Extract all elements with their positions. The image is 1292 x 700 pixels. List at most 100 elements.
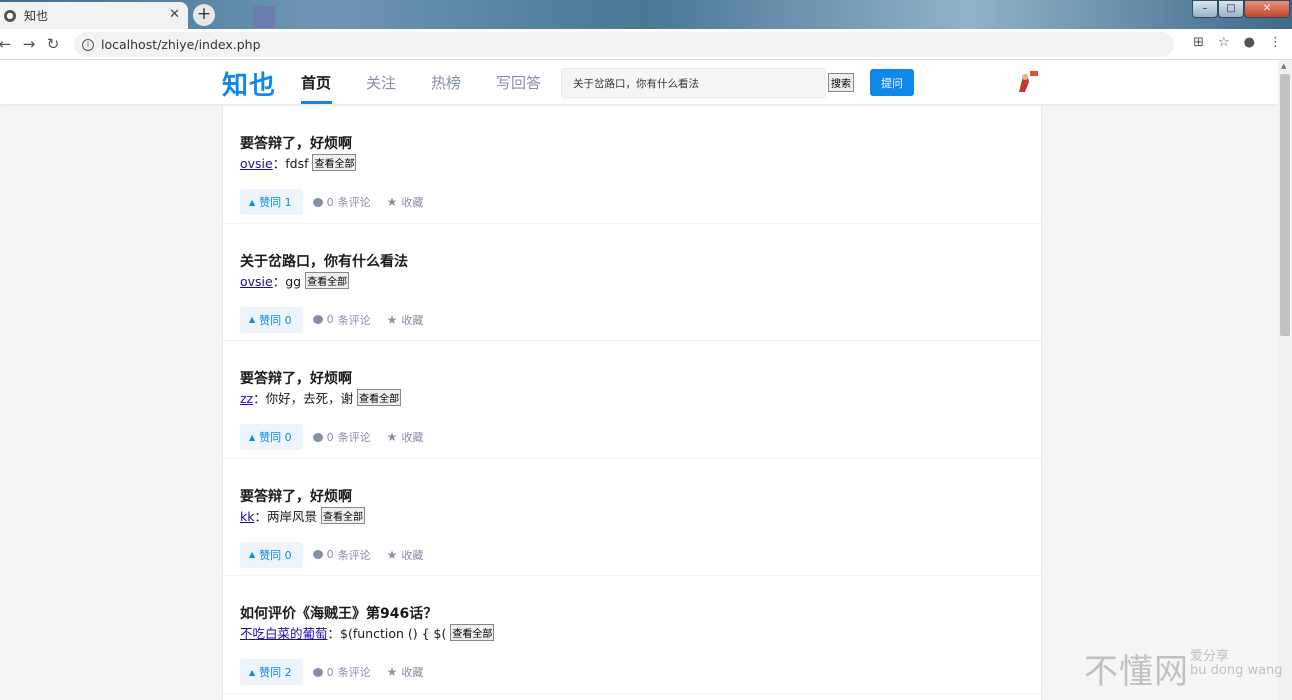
- question-title[interactable]: 要答辩了，好烦啊: [240, 369, 1025, 389]
- favorite-button[interactable]: ★ 收藏: [387, 664, 424, 680]
- comment-bubble-icon: [312, 667, 323, 677]
- read-more-button[interactable]: 查看全部: [321, 506, 365, 524]
- author-link[interactable]: ovsie: [240, 274, 273, 289]
- favorite-button[interactable]: ★ 收藏: [387, 194, 424, 210]
- url-text: localhost/zhiye/index.php: [101, 37, 261, 52]
- comments-button[interactable]: 0 条评论: [312, 312, 371, 328]
- favorite-label: 收藏: [401, 548, 424, 562]
- site-logo[interactable]: 知也: [222, 65, 276, 102]
- triangle-up-icon: ▲: [249, 432, 256, 442]
- info-icon[interactable]: i: [82, 38, 94, 51]
- watermark-slogan: 爱分享: [1190, 649, 1230, 664]
- minimize-button[interactable]: –: [1192, 0, 1218, 18]
- favorite-button[interactable]: ★ 收藏: [387, 312, 424, 328]
- comment-label: 条评论: [337, 666, 371, 679]
- comments-button[interactable]: 0 条评论: [312, 547, 371, 563]
- question-feed: 要答辩了，好烦啊 ovsie：fdsf 查看全部 ▲ 赞同 1 0 条评论 ★ 收藏 关…: [222, 106, 1042, 700]
- bookmark-star-icon[interactable]: ☆: [1218, 35, 1230, 50]
- watermark-side: 爱分享 bu dong wang: [1190, 650, 1283, 678]
- nav-home[interactable]: 首页: [301, 72, 331, 93]
- tab-title: 知也: [24, 9, 49, 23]
- triangle-up-icon: ▲: [249, 667, 256, 677]
- card-actions: ▲ 赞同 0 0 条评论 ★ 收藏: [240, 306, 1025, 333]
- read-more-button[interactable]: 查看全部: [357, 389, 402, 406]
- translate-icon[interactable]: ⊞: [1193, 35, 1204, 50]
- triangle-up-icon: ▲: [249, 550, 256, 559]
- vote-label: 赞同 0: [259, 548, 292, 562]
- url-field[interactable]: i localhost/zhiye/index.php: [74, 32, 1174, 57]
- nav-write-answer[interactable]: 写回答: [496, 72, 541, 93]
- answer-excerpt: zz：你好，去死，谢 查看全部: [240, 389, 1025, 408]
- nav-hot[interactable]: 热榜: [431, 72, 461, 93]
- question-title[interactable]: 要答辩了，好烦啊: [240, 134, 1025, 154]
- comment-label: 条评论: [337, 196, 371, 209]
- upvote-button[interactable]: ▲ 赞同 0: [240, 424, 303, 450]
- globe-icon: ●: [4, 9, 16, 22]
- star-icon: ★: [386, 312, 398, 327]
- account-icon[interactable]: ●: [1244, 35, 1255, 50]
- search-button[interactable]: 搜索: [828, 73, 854, 92]
- search-input[interactable]: [561, 68, 826, 98]
- read-more-button[interactable]: 查看全部: [450, 624, 495, 641]
- feed-card: 关于岔路口，你有什么看法 ovsie：gg 查看全部 ▲ 赞同 0 0 条评论 ★ 收藏: [223, 224, 1041, 341]
- maximize-button[interactable]: □: [1218, 0, 1244, 18]
- new-tab-button[interactable]: +: [193, 4, 215, 26]
- comment-label: 条评论: [337, 313, 371, 327]
- menu-kebab-icon[interactable]: ⋮: [1269, 35, 1282, 50]
- active-nav-indicator: [301, 101, 332, 104]
- scroll-up-arrow-icon[interactable]: ▲: [1281, 62, 1286, 70]
- excerpt-text: ：fdsf: [272, 156, 309, 171]
- triangle-up-icon: ▲: [249, 197, 256, 207]
- close-tab-icon[interactable]: ✕: [169, 7, 180, 22]
- reload-icon[interactable]: ↻: [44, 35, 62, 53]
- excerpt-text: ：$(function () { $(: [327, 626, 447, 641]
- answer-excerpt: ovsie：gg 查看全部: [240, 271, 1025, 291]
- star-icon: ★: [386, 665, 398, 679]
- user-avatar[interactable]: [1013, 70, 1039, 94]
- vote-label: 赞同 2: [259, 666, 292, 679]
- ask-question-button[interactable]: 提问: [870, 69, 914, 96]
- comments-button[interactable]: 0 条评论: [312, 664, 371, 680]
- scrollbar-thumb[interactable]: [1280, 74, 1290, 336]
- card-actions: ▲ 赞同 1 0 条评论 ★ 收藏: [240, 189, 1025, 215]
- read-more-button[interactable]: 查看全部: [312, 154, 357, 171]
- question-title[interactable]: 要答辩了，好烦啊: [240, 487, 1025, 507]
- read-more-button[interactable]: 查看全部: [305, 271, 350, 289]
- window-controls: – □ ✕: [1192, 0, 1290, 18]
- close-window-button[interactable]: ✕: [1244, 0, 1290, 18]
- watermark-pinyin: bu dong wang: [1190, 663, 1283, 678]
- excerpt-text: ：gg: [272, 273, 302, 289]
- back-icon[interactable]: ←: [0, 35, 14, 53]
- card-actions: ▲ 赞同 0 0 条评论 ★ 收藏: [240, 424, 1025, 450]
- comments-button[interactable]: 0 条评论: [312, 194, 371, 210]
- author-link[interactable]: zz: [240, 391, 253, 406]
- favorite-label: 收藏: [401, 666, 424, 679]
- author-link[interactable]: kk: [240, 509, 254, 524]
- answer-excerpt: kk：两岸风景 查看全部: [240, 506, 1025, 526]
- watermark: 不懂网 爱分享 bu dong wang: [1084, 644, 1283, 693]
- nav-follow[interactable]: 关注: [366, 72, 396, 93]
- comment-bubble-icon: [312, 197, 323, 207]
- author-link[interactable]: 不吃白菜的葡萄: [240, 626, 328, 641]
- browser-tab[interactable]: ● 知也 ✕: [0, 2, 188, 29]
- favorite-button[interactable]: ★ 收藏: [387, 429, 424, 445]
- excerpt-text: ：两岸风景: [254, 508, 317, 524]
- page-scrollbar[interactable]: ▲: [1278, 60, 1292, 700]
- upvote-button[interactable]: ▲ 赞同 2: [240, 659, 303, 685]
- triangle-up-icon: ▲: [249, 315, 256, 324]
- forward-icon[interactable]: →: [20, 35, 38, 53]
- upvote-button[interactable]: ▲ 赞同 0: [240, 541, 303, 568]
- author-link[interactable]: ovsie: [240, 156, 273, 171]
- watermark-main: 不懂网: [1084, 652, 1189, 692]
- upvote-button[interactable]: ▲ 赞同 0: [240, 306, 303, 333]
- comment-bubble-icon: [312, 550, 323, 559]
- question-title[interactable]: 如何评价《海贼王》第946话？: [240, 604, 1025, 624]
- question-title[interactable]: 关于岔路口，你有什么看法: [240, 252, 1025, 272]
- comment-count: 0: [326, 430, 334, 444]
- comment-label: 条评论: [337, 548, 371, 562]
- comment-bubble-icon: [312, 432, 323, 442]
- comments-button[interactable]: 0 条评论: [312, 429, 371, 445]
- upvote-button[interactable]: ▲ 赞同 1: [240, 189, 303, 215]
- site-header: 知也 首页 关注 热榜 写回答 搜索 提问: [0, 60, 1278, 104]
- favorite-button[interactable]: ★ 收藏: [387, 547, 424, 563]
